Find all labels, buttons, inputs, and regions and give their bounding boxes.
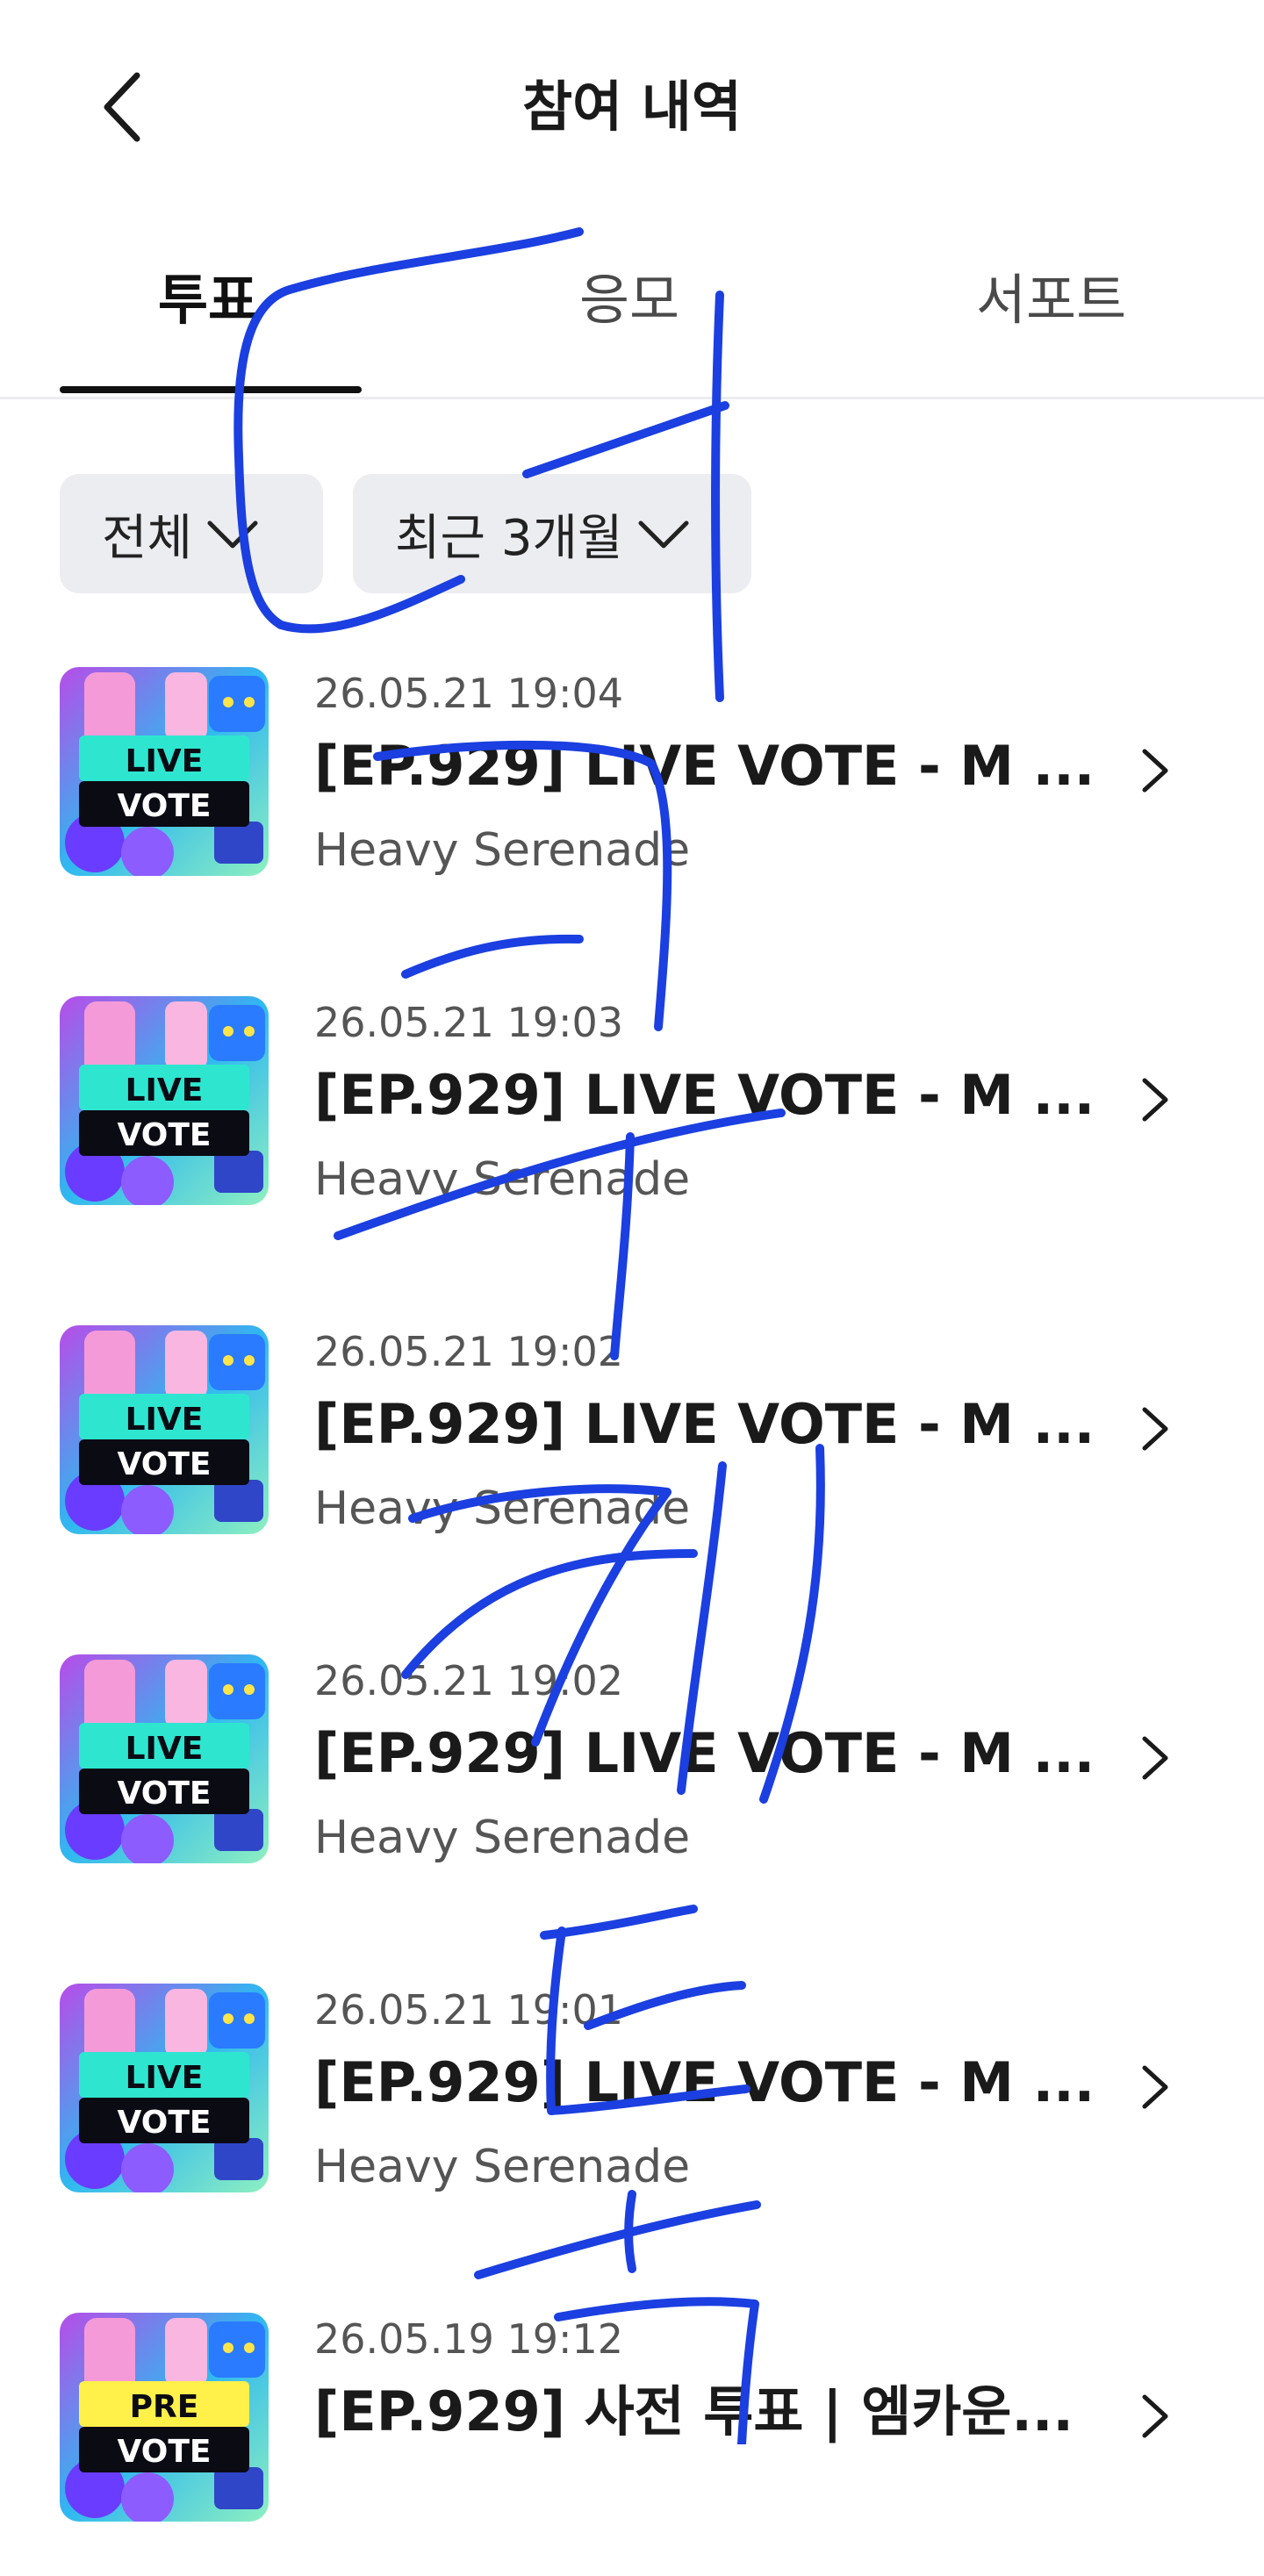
- chevron-right-icon: [1142, 1407, 1168, 1451]
- item-date: 26.05.19 19:12: [314, 2315, 624, 2363]
- list-item[interactable]: PRE VOTE 26.05.19 19:12 [EP.929] 사전 투표 |…: [0, 2313, 1264, 2576]
- chevron-right-icon: [1142, 749, 1168, 793]
- thumbnail-badge-top: LIVE: [126, 1402, 204, 1438]
- thumbnail-badge-bottom: VOTE: [118, 1446, 212, 1482]
- item-title: [EP.929] LIVE VOTE - M ...: [314, 734, 1095, 798]
- filter-period-label: 최근 3개월: [395, 509, 623, 567]
- chevron-down-icon: [207, 520, 258, 549]
- tab-vote[interactable]: 투표: [158, 256, 258, 344]
- chevron-right-icon: [1142, 2394, 1168, 2438]
- item-date: 26.05.21 19:04: [314, 670, 624, 717]
- item-title: [EP.929] LIVE VOTE - M ...: [314, 2050, 1095, 2114]
- item-date: 26.05.21 19:03: [314, 999, 624, 1046]
- item-date: 26.05.21 19:02: [314, 1657, 624, 1704]
- event-thumbnail: LIVE VOTE: [60, 1984, 269, 2192]
- item-subtitle: Heavy Serenade: [314, 2141, 691, 2193]
- item-title: [EP.929] LIVE VOTE - M ...: [314, 1392, 1095, 1456]
- thumbnail-badge-bottom: VOTE: [118, 2434, 212, 2470]
- item-subtitle: Heavy Serenade: [314, 1153, 691, 1206]
- item-title: [EP.929] 사전 투표 | 엠카운...: [314, 2379, 1074, 2443]
- item-subtitle: Heavy Serenade: [314, 824, 691, 877]
- thumbnail-badge-bottom: VOTE: [118, 788, 212, 824]
- page-title: 참여 내역: [522, 75, 742, 139]
- item-date: 26.05.21 19:01: [314, 1986, 624, 2034]
- thumbnail-badge-bottom: VOTE: [118, 2105, 212, 2141]
- thumbnail-badge-bottom: VOTE: [118, 1117, 212, 1153]
- event-thumbnail: LIVE VOTE: [60, 1654, 269, 1863]
- item-subtitle: Heavy Serenade: [314, 1812, 691, 1864]
- thumbnail-badge-top: PRE: [130, 2389, 199, 2425]
- item-title: [EP.929] LIVE VOTE - M ...: [314, 1063, 1095, 1127]
- item-date: 26.05.21 19:02: [314, 1328, 624, 1375]
- chevron-right-icon: [1142, 1736, 1168, 1780]
- item-title: [EP.929] LIVE VOTE - M ...: [314, 1721, 1095, 1785]
- event-thumbnail: PRE VOTE: [60, 2313, 269, 2522]
- list-item[interactable]: LIVE VOTE 26.05.21 19:01 [EP.929] LIVE V…: [0, 1984, 1264, 2247]
- list-item[interactable]: LIVE VOTE 26.05.21 19:03 [EP.929] LIVE V…: [0, 996, 1264, 1259]
- filter-category-label: 전체: [102, 509, 193, 567]
- event-thumbnail: LIVE VOTE: [60, 996, 269, 1205]
- list-item[interactable]: LIVE VOTE 26.05.21 19:02 [EP.929] LIVE V…: [0, 1325, 1264, 1589]
- tab-support[interactable]: 서포트: [976, 256, 1126, 344]
- list-item[interactable]: LIVE VOTE 26.05.21 19:04 [EP.929] LIVE V…: [0, 667, 1264, 930]
- active-tab-indicator: [60, 386, 362, 393]
- chevron-right-icon: [1142, 2065, 1168, 2109]
- chevron-right-icon: [1142, 1078, 1168, 1122]
- tab-bar: 투표 응모 서포트: [0, 237, 1264, 398]
- thumbnail-badge-top: LIVE: [126, 743, 204, 779]
- chevron-down-icon: [638, 520, 689, 549]
- header: 참여 내역: [0, 0, 1264, 211]
- thumbnail-badge-bottom: VOTE: [118, 1776, 212, 1812]
- filter-period-dropdown[interactable]: 최근 3개월: [353, 474, 751, 593]
- event-thumbnail: LIVE VOTE: [60, 667, 269, 876]
- thumbnail-badge-top: LIVE: [126, 2060, 204, 2096]
- item-subtitle: Heavy Serenade: [314, 1482, 691, 1535]
- thumbnail-badge-top: LIVE: [126, 1731, 204, 1767]
- filter-category-dropdown[interactable]: 전체: [60, 474, 323, 593]
- tab-divider: [0, 397, 1264, 399]
- thumbnail-badge-top: LIVE: [126, 1073, 204, 1109]
- event-thumbnail: LIVE VOTE: [60, 1325, 269, 1534]
- list-item[interactable]: LIVE VOTE 26.05.21 19:02 [EP.929] LIVE V…: [0, 1654, 1264, 1918]
- tab-apply[interactable]: 응모: [579, 256, 679, 344]
